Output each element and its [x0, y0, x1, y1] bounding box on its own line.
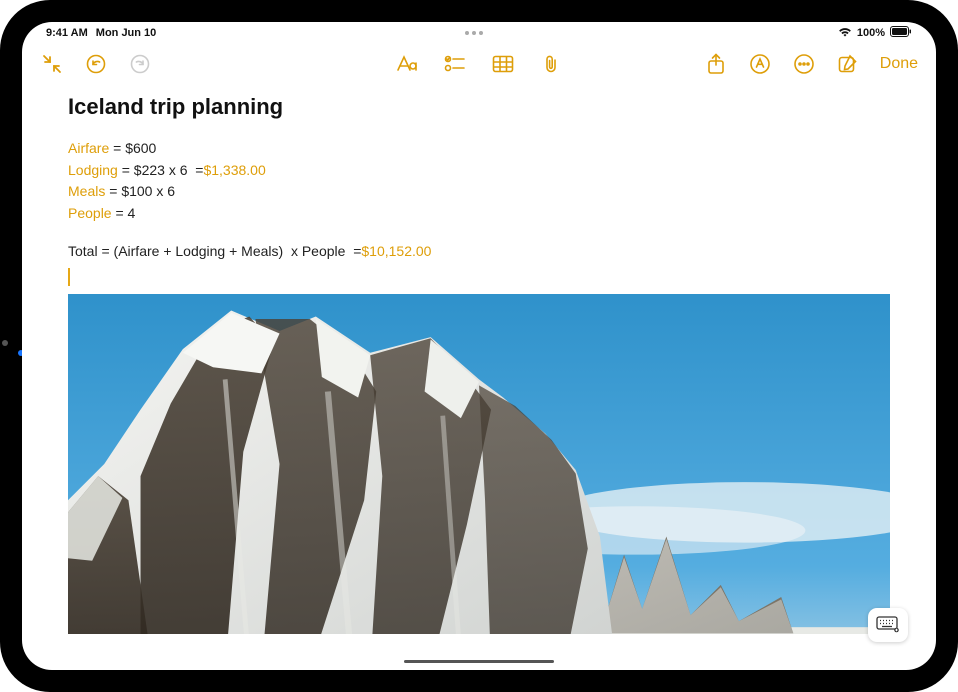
lodging-result: $1,338.00 — [203, 162, 265, 178]
home-indicator[interactable] — [404, 660, 554, 664]
text-cursor — [68, 268, 70, 286]
minimize-icon[interactable] — [40, 52, 64, 76]
total-result: $10,152.00 — [361, 243, 431, 259]
checklist-icon[interactable] — [443, 52, 467, 76]
attached-photo[interactable] — [68, 294, 890, 634]
status-date: Mon Jun 10 — [96, 27, 157, 39]
table-icon[interactable] — [491, 52, 515, 76]
var-airfare: Airfare — [68, 140, 109, 156]
status-time: 9:41 AM — [46, 27, 88, 39]
note-title[interactable]: Iceland trip planning — [68, 94, 890, 120]
var-lodging: Lodging — [68, 162, 118, 178]
wifi-icon — [838, 26, 852, 40]
text-format-icon[interactable] — [395, 52, 419, 76]
share-icon[interactable] — [704, 52, 728, 76]
status-bar: 9:41 AM Mon Jun 10 100% — [22, 22, 936, 44]
calculation-block[interactable]: Airfare = $600 Lodging = $223 x 6 =$1,33… — [68, 138, 890, 262]
var-meals: Meals — [68, 183, 105, 199]
var-people: People — [68, 205, 112, 221]
editor-toolbar: Done — [22, 44, 936, 84]
total-expression: Total = (Airfare + Lodging + Meals) x Pe… — [68, 243, 361, 259]
attachment-icon[interactable] — [539, 52, 563, 76]
compose-icon[interactable] — [836, 52, 860, 76]
battery-icon — [890, 26, 912, 40]
multitasking-dots[interactable] — [465, 31, 493, 35]
keyboard-button[interactable] — [868, 608, 908, 642]
undo-icon[interactable] — [84, 52, 108, 76]
redo-icon — [128, 52, 152, 76]
more-icon[interactable] — [792, 52, 816, 76]
battery-percent: 100% — [857, 27, 885, 39]
markup-icon[interactable] — [748, 52, 772, 76]
note-content[interactable]: Iceland trip planning Airfare = $600 Lod… — [22, 84, 936, 670]
done-button[interactable]: Done — [880, 55, 918, 73]
